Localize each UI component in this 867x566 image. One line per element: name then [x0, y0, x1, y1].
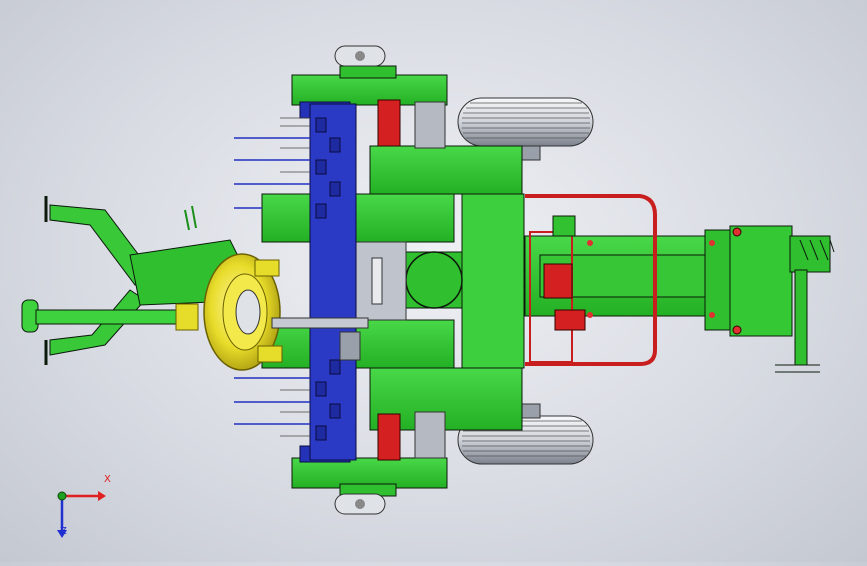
gauge-wheel-bottom — [334, 493, 386, 515]
main-chassis — [261, 145, 525, 431]
x-axis-label: X — [104, 474, 111, 485]
gauge-wheel-top — [334, 45, 386, 67]
yellow-flywheel — [203, 253, 283, 371]
coordinate-triad: X Z — [40, 474, 120, 548]
baler-assembly-model — [21, 45, 835, 515]
axis-arrows — [57, 491, 106, 538]
cad-viewport[interactable]: X Z — [0, 0, 867, 562]
z-axis-label: Z — [60, 526, 67, 537]
